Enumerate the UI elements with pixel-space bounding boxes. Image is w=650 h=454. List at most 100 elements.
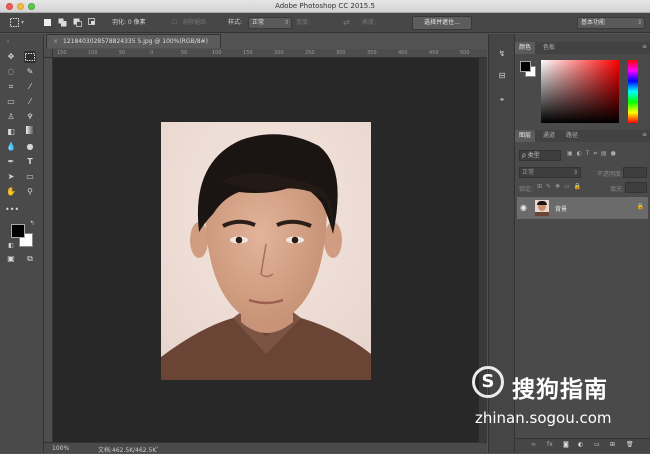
hand-tool-icon[interactable]: ✋ (5, 186, 17, 198)
portrait-photo[interactable] (161, 122, 371, 380)
new-selection-icon[interactable] (43, 18, 52, 27)
add-selection-icon[interactable] (58, 18, 67, 27)
adjustments-panel-icon[interactable]: ⌖ (496, 94, 508, 106)
options-bar: ▾ 羽化: 0 像素 ☐ 消除锯齿 样式: 正常 ⇕ 宽度: ⇄ 高度: 选择并遮… (0, 13, 650, 33)
color-field[interactable] (541, 60, 619, 123)
eraser-tool-icon[interactable]: ◧ (5, 126, 17, 138)
panel-menu-icon[interactable]: ≡ (642, 43, 647, 50)
title-bar: Adobe Photoshop CC 2015.5 (0, 0, 650, 13)
brush-tool-icon[interactable]: ⁄ (24, 96, 36, 108)
blur-tool-icon[interactable]: 💧 (5, 141, 17, 153)
adjustment-layer-icon[interactable]: ◐ (578, 441, 583, 448)
app-title: Adobe Photoshop CC 2015.5 (275, 2, 375, 10)
ruler-tick-label: 400 (398, 50, 408, 56)
new-group-icon[interactable]: ▭ (594, 441, 600, 448)
antialias-checkbox[interactable]: ☐ (172, 17, 177, 29)
zoom-level[interactable]: 100% (52, 445, 69, 452)
swap-colors-icon[interactable]: ↰ (26, 218, 38, 230)
fx-icon[interactable]: fx (547, 441, 553, 448)
blend-mode-select[interactable]: 正常 ⇕ (519, 167, 581, 178)
width-label: 宽度: (296, 19, 311, 26)
layers-menu-icon[interactable]: ≡ (642, 131, 647, 138)
zoom-tool-icon[interactable]: ⚲ (24, 186, 36, 198)
properties-panel-icon[interactable]: ⊟ (496, 70, 508, 82)
layer-filter-select[interactable]: ρ 类型 (519, 150, 561, 161)
feather-label[interactable]: 羽化: 0 像素 (112, 17, 146, 29)
opacity-input[interactable] (623, 167, 647, 178)
hue-slider[interactable] (628, 60, 638, 123)
subtract-selection-icon[interactable] (73, 18, 82, 27)
shape-tool-icon[interactable]: ▭ (24, 171, 36, 183)
tab-swatches[interactable]: 色板 (539, 42, 559, 54)
layer-name[interactable]: 背景 (555, 204, 567, 213)
height-label: 高度: (362, 19, 377, 26)
pen-tool-icon[interactable]: ✒ (5, 156, 17, 168)
layers-footer: ∞ fx ◙ ◐ ▭ ⊞ 🗑 (515, 438, 650, 453)
fill-label: 填充: (610, 186, 625, 193)
tab-channels[interactable]: 通道 (539, 130, 559, 142)
default-colors-icon[interactable]: ◧ (5, 240, 17, 252)
link-layers-icon[interactable]: ∞ (531, 441, 536, 448)
filter-icons[interactable]: ▣◐T⌗▤● (567, 150, 620, 158)
lasso-tool-icon[interactable]: ◌ (5, 66, 17, 78)
tool-preset-chevron-icon[interactable]: ▾ (21, 17, 24, 29)
select-and-mask-button[interactable]: 选择并遮住... (412, 16, 472, 30)
status-menu-arrow-icon[interactable]: › (156, 444, 158, 451)
workspace-select-value: 基本功能 (581, 19, 606, 26)
screen-mode-icon[interactable]: ⧉ (24, 253, 36, 265)
intersect-selection-icon[interactable] (88, 18, 97, 27)
dodge-tool-icon[interactable]: ● (24, 141, 36, 153)
layer-thumbnail[interactable] (535, 200, 549, 216)
ruler-tick-label: 50 (181, 50, 188, 56)
color-fg-swatch[interactable] (520, 61, 531, 72)
rect-marquee-tool-icon[interactable] (24, 51, 36, 63)
quick-mask-icon[interactable]: ▣ (5, 253, 17, 265)
watermark-url: zhinan.sogou.com (475, 409, 612, 427)
close-document-icon[interactable]: × (53, 38, 58, 45)
history-brush-tool-icon[interactable]: ♆ (24, 111, 36, 123)
horizontal-ruler[interactable]: 150 100 50 0 50 100 150 200 250 300 350 400 450 500 (53, 49, 487, 58)
healing-brush-tool-icon[interactable]: ▭ (5, 96, 17, 108)
collapse-panel-icon[interactable]: » (2, 36, 14, 48)
tab-paths[interactable]: 路径 (562, 130, 582, 142)
opacity-label: 不透明度: (597, 171, 624, 178)
move-tool-icon[interactable]: ✥ (5, 51, 17, 63)
new-layer-icon[interactable]: ⊞ (610, 441, 615, 448)
add-mask-icon[interactable]: ◙ (563, 441, 569, 448)
ruler-tick-label: 500 (460, 50, 470, 56)
marquee-tool-icon[interactable] (10, 18, 19, 27)
lock-label: 锁定: (519, 186, 534, 193)
ruler-corner (44, 49, 53, 58)
clone-stamp-tool-icon[interactable]: ♙ (5, 111, 17, 123)
sogou-logo: S (472, 366, 504, 398)
layer-row-background[interactable]: ◉ 背景 🔒 (517, 197, 648, 219)
history-panel-icon[interactable]: ↯ (496, 48, 508, 60)
style-select-value: 正常 (252, 19, 265, 26)
blend-mode-value: 正常 (522, 169, 535, 176)
swap-dimensions-icon[interactable]: ⇄ (343, 17, 350, 29)
lock-icons[interactable]: ⊞✎✥▭🔒 (537, 183, 585, 190)
watermark-title: 搜狗指南 (512, 377, 608, 403)
type-tool-icon[interactable]: T (24, 156, 36, 168)
ruler-tick-label: 450 (429, 50, 439, 56)
workspace-select[interactable]: 基本功能 ⇕ (577, 17, 645, 29)
crop-tool-icon[interactable]: ⌗ (5, 81, 17, 93)
style-select[interactable]: 正常 ⇕ (248, 17, 292, 29)
foreground-color-swatch[interactable] (11, 224, 25, 238)
tab-color[interactable]: 颜色 (515, 42, 536, 54)
fill-input[interactable] (625, 182, 647, 193)
ruler-tick-label: 200 (274, 50, 284, 56)
visibility-eye-icon[interactable]: ◉ (520, 203, 527, 212)
more-tools-icon[interactable]: ••• (5, 204, 19, 216)
path-select-tool-icon[interactable]: ➤ (5, 171, 17, 183)
document-tab[interactable]: × 1218403028578824335 5.jpg @ 100%(RGB/8#… (46, 34, 221, 48)
tab-layers[interactable]: 图层 (515, 130, 536, 142)
eyedropper-tool-icon[interactable]: ⁄ (24, 81, 36, 93)
vertical-ruler[interactable] (44, 58, 53, 444)
gradient-tool-icon[interactable] (24, 126, 36, 138)
style-label: 样式: (228, 19, 243, 26)
document-title: 1218403028578824335 5.jpg @ 100%(RGB/8#) (63, 38, 208, 45)
delete-layer-icon[interactable]: 🗑 (626, 441, 634, 448)
quick-select-tool-icon[interactable]: ✎ (24, 66, 36, 78)
sogou-logo-glyph: S (481, 371, 495, 392)
